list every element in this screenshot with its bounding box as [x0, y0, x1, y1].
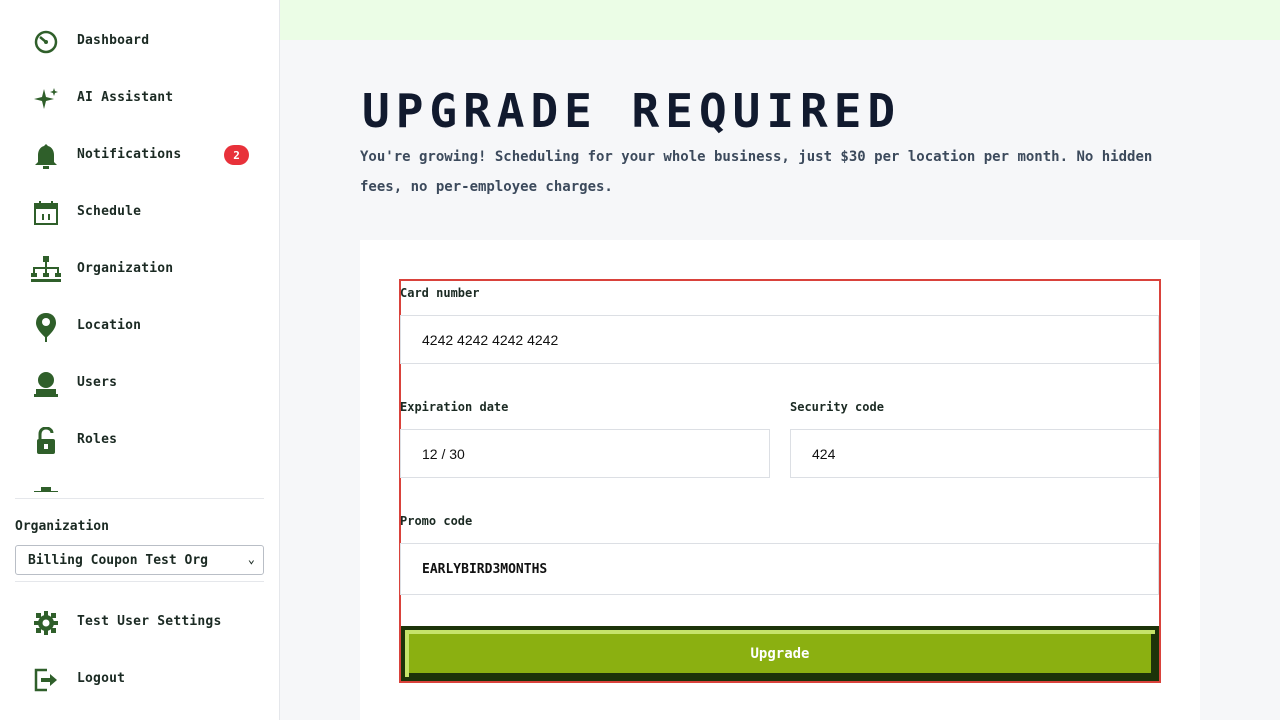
expiration-date-input[interactable]: 12 / 30: [400, 429, 770, 478]
sidebar-item-user-settings[interactable]: Test User Settings: [15, 602, 265, 642]
sidebar-item-organization[interactable]: Organization: [15, 249, 265, 289]
card-number-input[interactable]: 4242 4242 4242 4242: [400, 315, 1159, 364]
sidebar-item-label: Notifications: [77, 147, 182, 162]
promo-code-value: EARLYBIRD3MONTHS: [422, 561, 548, 577]
sidebar-item-label: Organization: [77, 261, 174, 276]
promo-code-label: Promo code: [400, 514, 473, 528]
page-subtitle: You're growing! Scheduling for your whol…: [360, 149, 1153, 195]
sparkle-icon: [30, 85, 62, 113]
org-chart-icon: [30, 256, 62, 284]
sidebar: Dashboard AI Assistant Notifications 2 S…: [0, 0, 280, 720]
security-code-label: Security code: [790, 400, 884, 414]
sidebar-item-label: Logout: [77, 671, 126, 686]
sidebar-nav: Dashboard AI Assistant Notifications 2 S…: [15, 0, 265, 492]
page-title: UPGRADE REQUIRED: [362, 84, 902, 138]
dashboard-icon: [30, 28, 62, 56]
sidebar-item-roles[interactable]: Roles: [15, 420, 265, 460]
sidebar-item-label: Test User Settings: [77, 614, 222, 629]
sidebar-item-label: AI Assistant: [77, 90, 174, 105]
chevron-down-icon: ⌄: [247, 552, 255, 566]
sidebar-item-location[interactable]: Location: [15, 306, 265, 346]
top-banner: [280, 0, 1280, 40]
sidebar-item-more[interactable]: [15, 477, 265, 492]
organization-select[interactable]: Billing Coupon Test Org ⌄: [15, 545, 264, 575]
unlock-icon: [30, 427, 62, 455]
briefcase-icon: [30, 484, 62, 492]
card-number-value: 4242 4242 4242 4242: [422, 331, 559, 348]
promo-code-input[interactable]: EARLYBIRD3MONTHS: [400, 543, 1159, 595]
expiration-date-value: 12 / 30: [422, 445, 465, 462]
sidebar-item-label: Schedule: [77, 204, 142, 219]
sidebar-item-label: Location: [77, 318, 142, 333]
sidebar-item-label: Roles: [77, 432, 118, 447]
sidebar-divider: [15, 581, 264, 582]
sidebar-item-notifications[interactable]: Notifications 2: [15, 135, 265, 175]
location-pin-icon: [30, 313, 62, 342]
sidebar-item-ai-assistant[interactable]: AI Assistant: [15, 78, 265, 118]
upgrade-button[interactable]: Upgrade: [401, 626, 1159, 681]
bell-icon: [30, 142, 62, 170]
calendar-icon: [30, 199, 62, 227]
sidebar-item-label: Users: [77, 375, 118, 390]
user-icon: [30, 370, 62, 398]
expiration-date-label: Expiration date: [400, 400, 509, 414]
security-code-value: 424: [812, 445, 836, 462]
gear-icon: [30, 609, 62, 637]
security-code-input[interactable]: 424: [790, 429, 1159, 478]
sidebar-item-users[interactable]: Users: [15, 363, 265, 403]
notification-count-badge: 2: [224, 145, 249, 165]
org-label: Organization: [15, 519, 109, 534]
org-selected-value: Billing Coupon Test Org: [28, 552, 209, 568]
sidebar-item-schedule[interactable]: Schedule: [15, 192, 265, 232]
sidebar-item-dashboard[interactable]: Dashboard: [15, 21, 265, 61]
sidebar-item-logout[interactable]: Logout: [15, 659, 265, 699]
sidebar-item-label: Dashboard: [77, 33, 150, 48]
logout-icon: [30, 666, 62, 694]
card-number-label: Card number: [400, 286, 480, 300]
sidebar-divider: [15, 498, 264, 499]
